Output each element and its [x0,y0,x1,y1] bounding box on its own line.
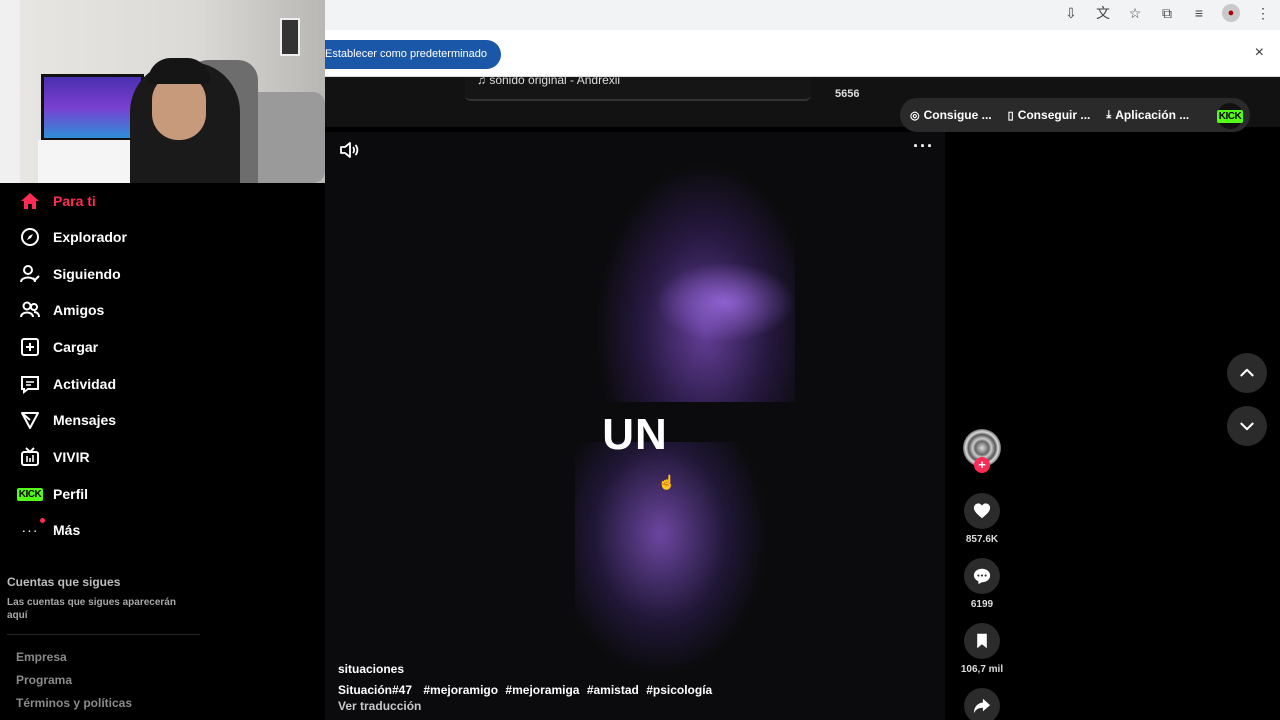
download-icon: ⤓ [1106,108,1112,121]
sidebar-item-label: VIVIR [53,449,90,465]
next-video-button[interactable] [1227,406,1267,446]
sidebar-item-label: Mensajes [53,412,117,428]
kick-profile-button[interactable]: KICK [1216,103,1244,129]
previous-music-label: ♫ sonido original - Andrexii [477,73,621,87]
translate-icon[interactable]: 文 [1094,4,1112,22]
sidebar-item-label: Para ti [53,193,96,209]
upload-icon [20,337,40,357]
sidebar-item-actividad[interactable]: Actividad [20,370,116,398]
follow-plus-icon[interactable]: + [974,457,990,473]
sidebar-item-label: Cargar [53,339,99,355]
sidebar-item-label: Perfil [53,486,89,502]
extensions-icon[interactable]: ⧉ [1158,4,1176,22]
caption-username[interactable]: situaciones [338,662,404,676]
sidebar-item-label: Explorador [53,229,127,245]
following-accounts-title: Cuentas que sigues [7,575,121,589]
sidebar-item-label: Más [53,522,81,538]
hashtag[interactable]: #amistad [587,683,639,697]
browser-toolbar: ⇩ 文 ☆ ⧉ ≡ ● ⋮ [325,0,1280,30]
like-count: 857.6K [965,534,999,545]
sidebar-item-amigos[interactable]: Amigos [20,296,104,324]
sidebar-item-mas[interactable]: ··· Más [20,516,80,544]
following-icon [20,264,40,284]
kick-icon: KICK [1216,109,1244,123]
install-icon[interactable]: ⇩ [1062,4,1080,22]
media-icon[interactable]: ≡ [1190,4,1208,22]
more-icon: ··· [20,518,45,540]
following-accounts-description: Las cuentas que sigues aparecerán aquí [7,597,176,621]
download-app-pill[interactable]: ⤓ Aplicación ... [1106,108,1189,122]
sidebar-item-vivir[interactable]: VIVIR [20,443,90,471]
sidebar-item-label: Amigos [53,302,105,318]
video-overlay-text: UN [602,410,668,459]
previous-video-button[interactable] [1227,353,1267,393]
set-default-button[interactable]: Establecer como predeterminado [321,40,502,69]
sidebar-item-cargar[interactable]: Cargar [20,333,98,361]
tv-screen [41,74,144,141]
creator-avatar[interactable]: + [960,429,1004,473]
sidebar-item-siguiendo[interactable]: Siguiendo [20,260,121,288]
bookmark-icon[interactable] [964,623,1000,659]
friends-icon [20,300,40,320]
phone-icon: ▯ [1007,109,1014,122]
previous-count: 5656 [835,88,860,100]
hashtag[interactable]: #mejoramigo [423,683,498,697]
menu-icon[interactable]: ⋮ [1254,4,1272,22]
video-feed: ♫ sonido original - Andrexii 5656 ◎ Consi… [325,73,1280,720]
kick-icon: KICK [16,487,44,501]
chevron-down-icon [1240,422,1254,431]
webcam-overlay [0,0,325,183]
messages-icon [20,410,40,430]
comment-icon[interactable] [964,558,1000,594]
heart-icon[interactable] [964,493,1000,529]
save-count: 106,7 mil [960,664,1004,675]
like-button[interactable]: 857.6K [960,493,1004,545]
screen: ⇩ 文 ☆ ⧉ ≡ ● ⋮ Establecer como predetermi… [0,0,1280,720]
previous-music-bar[interactable]: ♫ sonido original - Andrexii [465,73,811,101]
hashtag[interactable]: #mejoramiga [505,683,579,697]
more-options-icon[interactable]: ··· [913,136,934,157]
chevron-up-icon [1240,368,1254,377]
hashtag[interactable]: #psicología [646,683,712,697]
coin-icon: ◎ [910,109,920,122]
video-hand-glow [655,262,795,342]
live-icon [20,447,40,467]
star-icon[interactable]: ☆ [1126,4,1144,22]
home-icon [20,191,40,211]
caption-prefix: Situación#47 [338,683,413,697]
default-browser-infobar: Establecer como predeterminado × [321,30,1280,77]
close-icon[interactable]: × [1255,44,1264,62]
activity-icon [20,374,40,394]
sidebar-item-para-ti[interactable]: Para ti [20,187,96,215]
volume-icon[interactable] [339,140,359,160]
get-app-pill[interactable]: ▯ Conseguir ... [1008,108,1091,122]
sidebar-item-perfil[interactable]: KICK Perfil [16,480,89,508]
sidebar-item-label: Siguiendo [53,266,121,282]
video-player[interactable]: UN ··· ☝ [325,132,945,720]
footer-link-empresa[interactable]: Empresa [16,650,67,664]
share-icon[interactable] [964,688,1000,720]
sidebar-item-mensajes[interactable]: Mensajes [20,406,116,434]
compass-icon [20,227,40,247]
translate-link[interactable]: Ver traducción [338,699,421,713]
footer-link-programa[interactable]: Programa [16,673,72,687]
footer-link-terminos[interactable]: Términos y políticas [16,696,132,710]
get-coins-pill[interactable]: ◎ Consigue ... [910,108,992,122]
sidebar: Para ti Explorador Siguiendo Amigos Carg… [0,183,325,720]
save-button[interactable]: 106,7 mil [960,623,1004,675]
comment-count: 6199 [970,599,994,610]
share-button[interactable] [960,688,1004,720]
divider [7,634,200,635]
comment-button[interactable]: 6199 [960,558,1004,610]
sidebar-item-label: Actividad [53,376,117,392]
caption-text: Situación#47 #mejoramigo #mejoramiga #am… [338,683,712,697]
avatar[interactable]: + [963,429,1001,473]
top-promo-bar: ◎ Consigue ... ▯ Conseguir ... ⤓ Aplicación… [900,98,1250,132]
profile-avatar[interactable]: ● [1222,4,1240,22]
cursor-icon: ☝ [658,474,676,490]
sidebar-item-explorador[interactable]: Explorador [20,223,127,251]
